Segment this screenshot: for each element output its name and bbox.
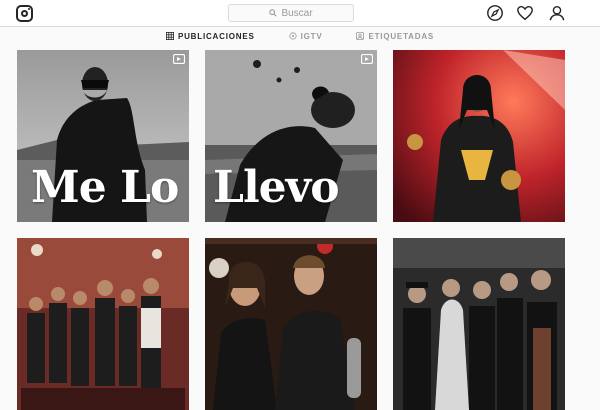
igtv-icon — [289, 32, 297, 40]
video-icon — [361, 54, 373, 64]
tab-publicaciones[interactable]: PUBLICACIONES — [165, 28, 255, 44]
tag-icon — [356, 32, 365, 40]
grid-icon — [165, 32, 174, 40]
post-tile[interactable]: Me Lo — [17, 50, 189, 222]
user-icon[interactable] — [548, 4, 566, 22]
tab-etiquetadas-label: ETIQUETADAS — [368, 31, 435, 41]
tab-etiquetadas[interactable]: ETIQUETADAS — [356, 28, 434, 44]
post-photo — [17, 238, 189, 410]
search-input[interactable]: Buscar — [228, 4, 354, 22]
video-icon — [173, 54, 185, 64]
profile-tabs: PUBLICACIONES IGTV ETIQUETADAS — [0, 28, 600, 44]
instagram-logo-icon[interactable] — [16, 5, 33, 22]
post-tile[interactable] — [17, 238, 189, 410]
search-icon — [269, 9, 278, 17]
search-placeholder: Buscar — [281, 7, 313, 19]
heart-icon[interactable] — [516, 4, 534, 22]
post-photo — [205, 238, 377, 410]
post-photo — [393, 50, 565, 222]
post-tile[interactable] — [205, 238, 377, 410]
compass-icon[interactable] — [486, 4, 504, 22]
post-photo — [393, 238, 565, 410]
tab-igtv[interactable]: IGTV — [289, 28, 323, 44]
tab-igtv-label: IGTV — [300, 31, 323, 41]
post-tile[interactable] — [393, 238, 565, 410]
top-bar: Buscar — [0, 0, 600, 27]
post-tile[interactable] — [393, 50, 565, 222]
posts-grid: Me Lo Llevo — [17, 50, 565, 410]
post-overlay-text: Me Lo — [31, 162, 179, 213]
post-overlay-text: Llevo — [213, 162, 340, 213]
post-tile[interactable]: Llevo — [205, 50, 377, 222]
tab-publicaciones-label: PUBLICACIONES — [177, 31, 255, 41]
